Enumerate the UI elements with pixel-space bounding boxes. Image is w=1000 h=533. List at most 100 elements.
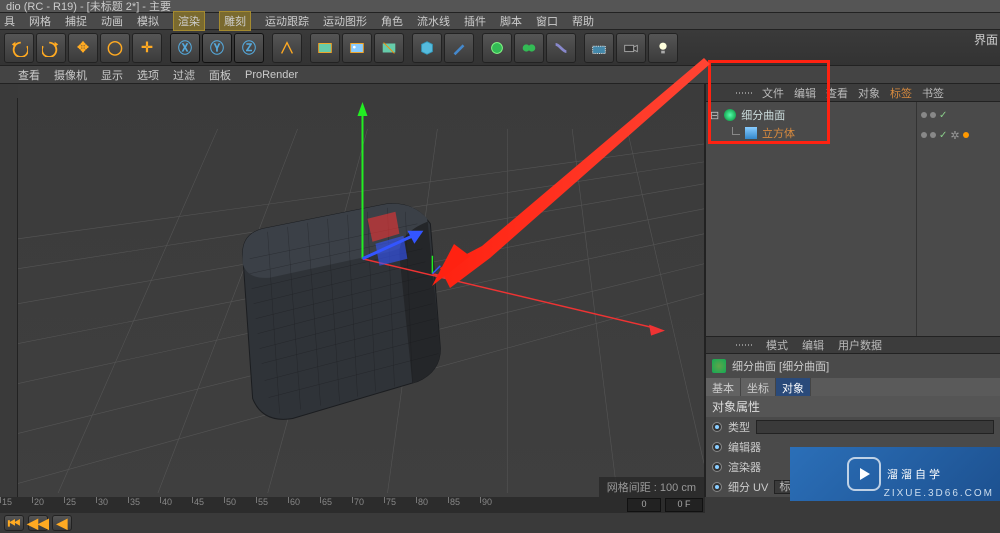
select-button[interactable]: ✥ <box>68 33 98 63</box>
viewport-status: 网格间距 : 100 cm <box>599 477 704 497</box>
timeline-ruler[interactable]: 15 20 25 30 35 40 45 50 55 60 65 70 75 8… <box>0 497 705 513</box>
radio-icon[interactable] <box>712 462 722 472</box>
tick: 65 <box>320 497 352 513</box>
tab-view[interactable]: 查看 <box>826 85 848 101</box>
menu-item[interactable]: 捕捉 <box>65 13 87 29</box>
window-title: dio (RC - R19) - [未标题 2*] - 主要 <box>6 0 171 14</box>
tree-parent-label[interactable]: 细分曲面 <box>741 107 785 123</box>
right-panel: 文件 编辑 查看 对象 标签 书签 ⊟ 细分曲面 立方体 <box>705 84 1000 497</box>
render-picture-button[interactable] <box>342 33 372 63</box>
vp-menu-item[interactable]: 选项 <box>137 67 159 83</box>
tab-edit2[interactable]: 编辑 <box>802 337 824 353</box>
render-view-button[interactable] <box>310 33 340 63</box>
menu-render[interactable]: 渲染 <box>173 11 205 31</box>
tree-child-label[interactable]: 立方体 <box>762 125 795 141</box>
layer-dot-icon[interactable] <box>921 132 927 138</box>
menu-item[interactable]: 流水线 <box>417 13 450 29</box>
generator-button[interactable] <box>514 33 544 63</box>
subdivision-button[interactable] <box>482 33 512 63</box>
tick: 45 <box>192 497 224 513</box>
environment-button[interactable] <box>584 33 614 63</box>
dots-icon <box>736 344 752 346</box>
camera-button[interactable] <box>616 33 646 63</box>
subtab-basic[interactable]: 基本 <box>706 378 741 396</box>
enable-toggle[interactable]: ✓ <box>939 110 947 121</box>
vp-menu-item[interactable]: ProRender <box>245 69 298 81</box>
menu-item[interactable]: 具 <box>4 13 15 29</box>
bottom-strip: 15 20 25 30 35 40 45 50 55 60 65 70 75 8… <box>0 497 705 533</box>
add-primitive-button[interactable] <box>412 33 442 63</box>
tag-icon[interactable]: ✲ <box>950 129 959 142</box>
current-frame-a[interactable]: 0 <box>627 498 661 512</box>
tree-row-parent[interactable]: ⊟ 细分曲面 <box>710 106 912 124</box>
vp-menu-item[interactable]: 面板 <box>209 67 231 83</box>
tab-tags[interactable]: 标签 <box>890 85 912 101</box>
interface-menu[interactable]: 界面 <box>974 31 998 48</box>
menu-item[interactable]: 模拟 <box>137 13 159 29</box>
deformer-button[interactable] <box>546 33 576 63</box>
add-pen-button[interactable] <box>444 33 474 63</box>
attr-section-title: 对象属性 <box>706 396 1000 417</box>
menu-item[interactable]: 网格 <box>29 13 51 29</box>
prev-frame-button[interactable]: ◀ <box>52 515 72 531</box>
vp-menu-item[interactable]: 过滤 <box>173 67 195 83</box>
vis-row[interactable]: ✓ <box>921 106 996 124</box>
menu-item[interactable]: 帮助 <box>572 13 594 29</box>
move-tool[interactable]: ✛ <box>132 33 162 63</box>
menu-item[interactable]: 脚本 <box>500 13 522 29</box>
axis-z-button[interactable]: Ⓩ <box>234 33 264 63</box>
phong-tag-icon[interactable] <box>963 132 969 138</box>
go-start-button[interactable]: ⏮ <box>4 515 24 531</box>
menu-item[interactable]: 运动图形 <box>323 13 367 29</box>
layer-dot-icon[interactable] <box>930 132 936 138</box>
tab-object[interactable]: 对象 <box>858 85 880 101</box>
enable-toggle[interactable]: ✓ <box>939 130 947 141</box>
current-frame-b[interactable]: 0 F <box>665 498 703 512</box>
object-tree[interactable]: ⊟ 细分曲面 立方体 <box>706 102 916 336</box>
radio-icon[interactable] <box>712 422 722 432</box>
render-settings-button[interactable] <box>374 33 404 63</box>
subtab-object[interactable]: 对象 <box>776 378 811 396</box>
tab-userdata[interactable]: 用户数据 <box>838 337 882 353</box>
light-button[interactable] <box>648 33 678 63</box>
tree-row-child[interactable]: 立方体 <box>710 124 912 142</box>
redo-button[interactable] <box>36 33 66 63</box>
attr-type-dropdown[interactable] <box>756 420 994 434</box>
tab-mode[interactable]: 模式 <box>766 337 788 353</box>
collapse-icon[interactable]: ⊟ <box>710 109 719 122</box>
radio-icon[interactable] <box>712 482 722 492</box>
menu-item[interactable]: 窗口 <box>536 13 558 29</box>
menu-sculpt[interactable]: 雕刻 <box>219 11 251 31</box>
rotate-tool[interactable]: ◯ <box>100 33 130 63</box>
menu-item[interactable]: 动画 <box>101 13 123 29</box>
vp-menu-item[interactable]: 摄像机 <box>54 67 87 83</box>
menu-item[interactable]: 角色 <box>381 13 403 29</box>
tab-edit[interactable]: 编辑 <box>794 85 816 101</box>
axis-y-button[interactable]: Ⓨ <box>202 33 232 63</box>
left-tool-column[interactable] <box>0 98 18 497</box>
tick: 40 <box>160 497 192 513</box>
axis-x-button[interactable]: Ⓧ <box>170 33 200 63</box>
vp-menu-item[interactable]: 查看 <box>18 67 40 83</box>
menu-item[interactable]: 插件 <box>464 13 486 29</box>
attribute-manager-tabs: 模式 编辑 用户数据 <box>706 336 1000 354</box>
vis-row[interactable]: ✓ ✲ <box>921 126 996 144</box>
subtab-coords[interactable]: 坐标 <box>741 378 776 396</box>
menu-item[interactable]: 运动跟踪 <box>265 13 309 29</box>
undo-button[interactable] <box>4 33 34 63</box>
layer-dot-icon[interactable] <box>930 112 936 118</box>
play-icon <box>847 457 881 491</box>
vp-menu-item[interactable]: 显示 <box>101 67 123 83</box>
radio-icon[interactable] <box>712 442 722 452</box>
menu-bar: 具 网格 捕捉 动画 模拟 渲染 雕刻 运动跟踪 运动图形 角色 流水线 插件 … <box>0 12 1000 30</box>
coord-button[interactable] <box>272 33 302 63</box>
tab-file[interactable]: 文件 <box>762 85 784 101</box>
tick: 75 <box>384 497 416 513</box>
object-manager[interactable]: ⊟ 细分曲面 立方体 ✓ <box>706 102 1000 336</box>
tab-bookmark[interactable]: 书签 <box>922 85 944 101</box>
layer-dot-icon[interactable] <box>921 112 927 118</box>
object-visibility-column: ✓ ✓ ✲ <box>916 102 1000 336</box>
prev-key-button[interactable]: ◀◀ <box>28 515 48 531</box>
viewport-3d[interactable]: 网格间距 : 100 cm <box>18 84 705 497</box>
viewport-collapse-icon[interactable]: ✥ <box>686 66 700 80</box>
